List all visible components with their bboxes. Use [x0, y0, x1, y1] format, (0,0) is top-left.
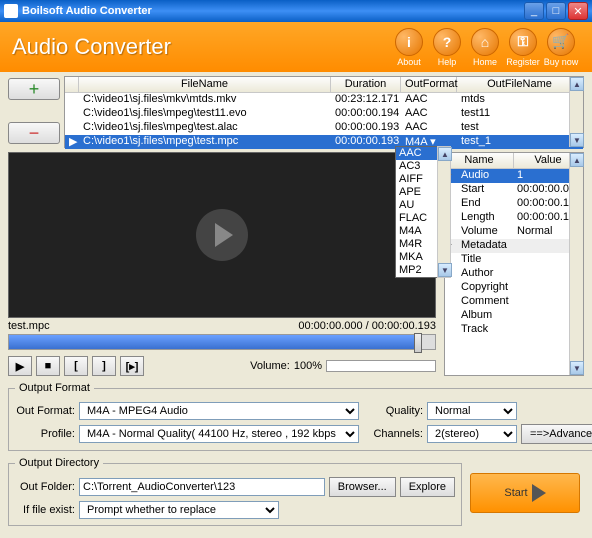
mark-in-button[interactable]: [: [64, 356, 88, 376]
nav-buy-now[interactable]: 🛒Buy now: [542, 28, 580, 67]
prop-category[interactable]: −Metadata: [445, 239, 583, 253]
dropdown-item[interactable]: AIFF: [396, 173, 437, 186]
scroll-up-icon[interactable]: ▲: [570, 153, 584, 167]
dropdown-scrollbar[interactable]: ▲ ▼: [437, 146, 451, 278]
volume-value: 100%: [294, 360, 322, 372]
play-icon: [532, 484, 546, 502]
dropdown-item[interactable]: MKA: [396, 251, 437, 264]
stop-button[interactable]: ■: [36, 356, 60, 376]
format-dropdown[interactable]: AACAC3AIFFAPEAUFLACM4AM4RMKAMP2 ▲ ▼: [395, 146, 438, 278]
properties-panel: Name Value −Audio1Start00:00:00.000End00…: [444, 152, 584, 376]
dropdown-item[interactable]: AC3: [396, 160, 437, 173]
prop-row[interactable]: Length00:00:00.193: [445, 211, 583, 225]
close-button[interactable]: ✕: [568, 2, 588, 20]
table-row[interactable]: C:\video1\sj.files\mkv\mtds.mkv00:23:12.…: [65, 93, 583, 107]
advance-button[interactable]: ==>Advance: [521, 424, 592, 444]
col-prop-name[interactable]: Name: [445, 153, 514, 168]
prop-row[interactable]: Album: [445, 309, 583, 323]
quality-select[interactable]: Normal: [427, 402, 517, 420]
app-title: Audio Converter: [12, 34, 390, 60]
preview-filename: test.mpc: [8, 320, 50, 332]
col-duration[interactable]: Duration: [331, 77, 401, 92]
prop-row[interactable]: VolumeNormal: [445, 225, 583, 239]
prop-row[interactable]: Start00:00:00.000: [445, 183, 583, 197]
prop-row[interactable]: Comment: [445, 295, 583, 309]
dropdown-item[interactable]: M4A: [396, 225, 437, 238]
table-scrollbar[interactable]: ▲ ▼: [569, 77, 583, 147]
dropdown-item[interactable]: FLAC: [396, 212, 437, 225]
out-folder-input[interactable]: [79, 478, 325, 496]
nav-about[interactable]: iAbout: [390, 28, 428, 67]
scroll-up-icon[interactable]: ▲: [438, 147, 452, 161]
nav-home[interactable]: ⌂Home: [466, 28, 504, 67]
prop-row[interactable]: End00:00:00.193: [445, 197, 583, 211]
prop-row[interactable]: Copyright: [445, 281, 583, 295]
titlebar: Boilsoft Audio Converter _ □ ✕: [0, 0, 592, 22]
maximize-button[interactable]: □: [546, 2, 566, 20]
table-row[interactable]: C:\video1\sj.files\mpeg\test.alac00:00:0…: [65, 121, 583, 135]
col-filename[interactable]: FileName: [79, 77, 331, 92]
prop-row[interactable]: Author: [445, 267, 583, 281]
file-table: FileName Duration OutFormat OutFileName …: [64, 76, 584, 148]
prop-row[interactable]: Track: [445, 323, 583, 337]
props-scrollbar[interactable]: ▲ ▼: [569, 153, 583, 375]
out-format-select[interactable]: M4A - MPEG4 Audio: [79, 402, 359, 420]
add-file-button[interactable]: +: [8, 78, 60, 100]
dropdown-item[interactable]: MP2: [396, 264, 437, 277]
play-button[interactable]: ▶: [8, 356, 32, 376]
seek-slider[interactable]: [8, 334, 436, 350]
window-title: Boilsoft Audio Converter: [22, 5, 522, 17]
dropdown-item[interactable]: AAC: [396, 147, 437, 160]
nav-register[interactable]: ⚿Register: [504, 28, 542, 67]
dropdown-item[interactable]: AU: [396, 199, 437, 212]
volume-label: Volume:: [250, 360, 290, 372]
app-icon: [4, 4, 18, 18]
table-row[interactable]: ▶C:\video1\sj.files\mpeg\test.mpc00:00:0…: [65, 135, 583, 149]
prop-row[interactable]: Title: [445, 253, 583, 267]
start-button[interactable]: Start: [470, 473, 580, 513]
nav-help[interactable]: ?Help: [428, 28, 466, 67]
play-overlay-icon[interactable]: [196, 209, 248, 261]
scroll-down-icon[interactable]: ▼: [570, 133, 584, 147]
col-outformat[interactable]: OutFormat: [401, 77, 457, 92]
scroll-up-icon[interactable]: ▲: [570, 77, 584, 91]
preview-pane: [8, 152, 436, 318]
col-outfilename[interactable]: OutFileName: [457, 77, 583, 92]
dropdown-item[interactable]: APE: [396, 186, 437, 199]
browse-button[interactable]: Browser...: [329, 477, 396, 497]
prop-row[interactable]: −Audio1: [445, 169, 583, 183]
range-button[interactable]: [▸]: [120, 356, 144, 376]
channels-select[interactable]: 2(stereo): [427, 425, 517, 443]
scroll-down-icon[interactable]: ▼: [570, 361, 584, 375]
output-format-group: Output Format Out Format: M4A - MPEG4 Au…: [8, 382, 592, 451]
table-row[interactable]: C:\video1\sj.files\mpeg\test11.evo00:00:…: [65, 107, 583, 121]
remove-file-button[interactable]: −: [8, 122, 60, 144]
mark-out-button[interactable]: ]: [92, 356, 116, 376]
explore-button[interactable]: Explore: [400, 477, 455, 497]
file-exist-select[interactable]: Prompt whether to replace: [79, 501, 279, 519]
scroll-down-icon[interactable]: ▼: [438, 263, 452, 277]
dropdown-item[interactable]: M4R: [396, 238, 437, 251]
minimize-button[interactable]: _: [524, 2, 544, 20]
profile-select[interactable]: M4A - Normal Quality( 44100 Hz, stereo ,…: [79, 425, 359, 443]
output-directory-group: Output Directory Out Folder: Browser... …: [8, 457, 462, 526]
volume-bar[interactable]: [326, 360, 436, 372]
app-header: Audio Converter iAbout?Help⌂Home⚿Registe…: [0, 22, 592, 72]
preview-time: 00:00:00.000 / 00:00:00.193: [298, 320, 436, 332]
